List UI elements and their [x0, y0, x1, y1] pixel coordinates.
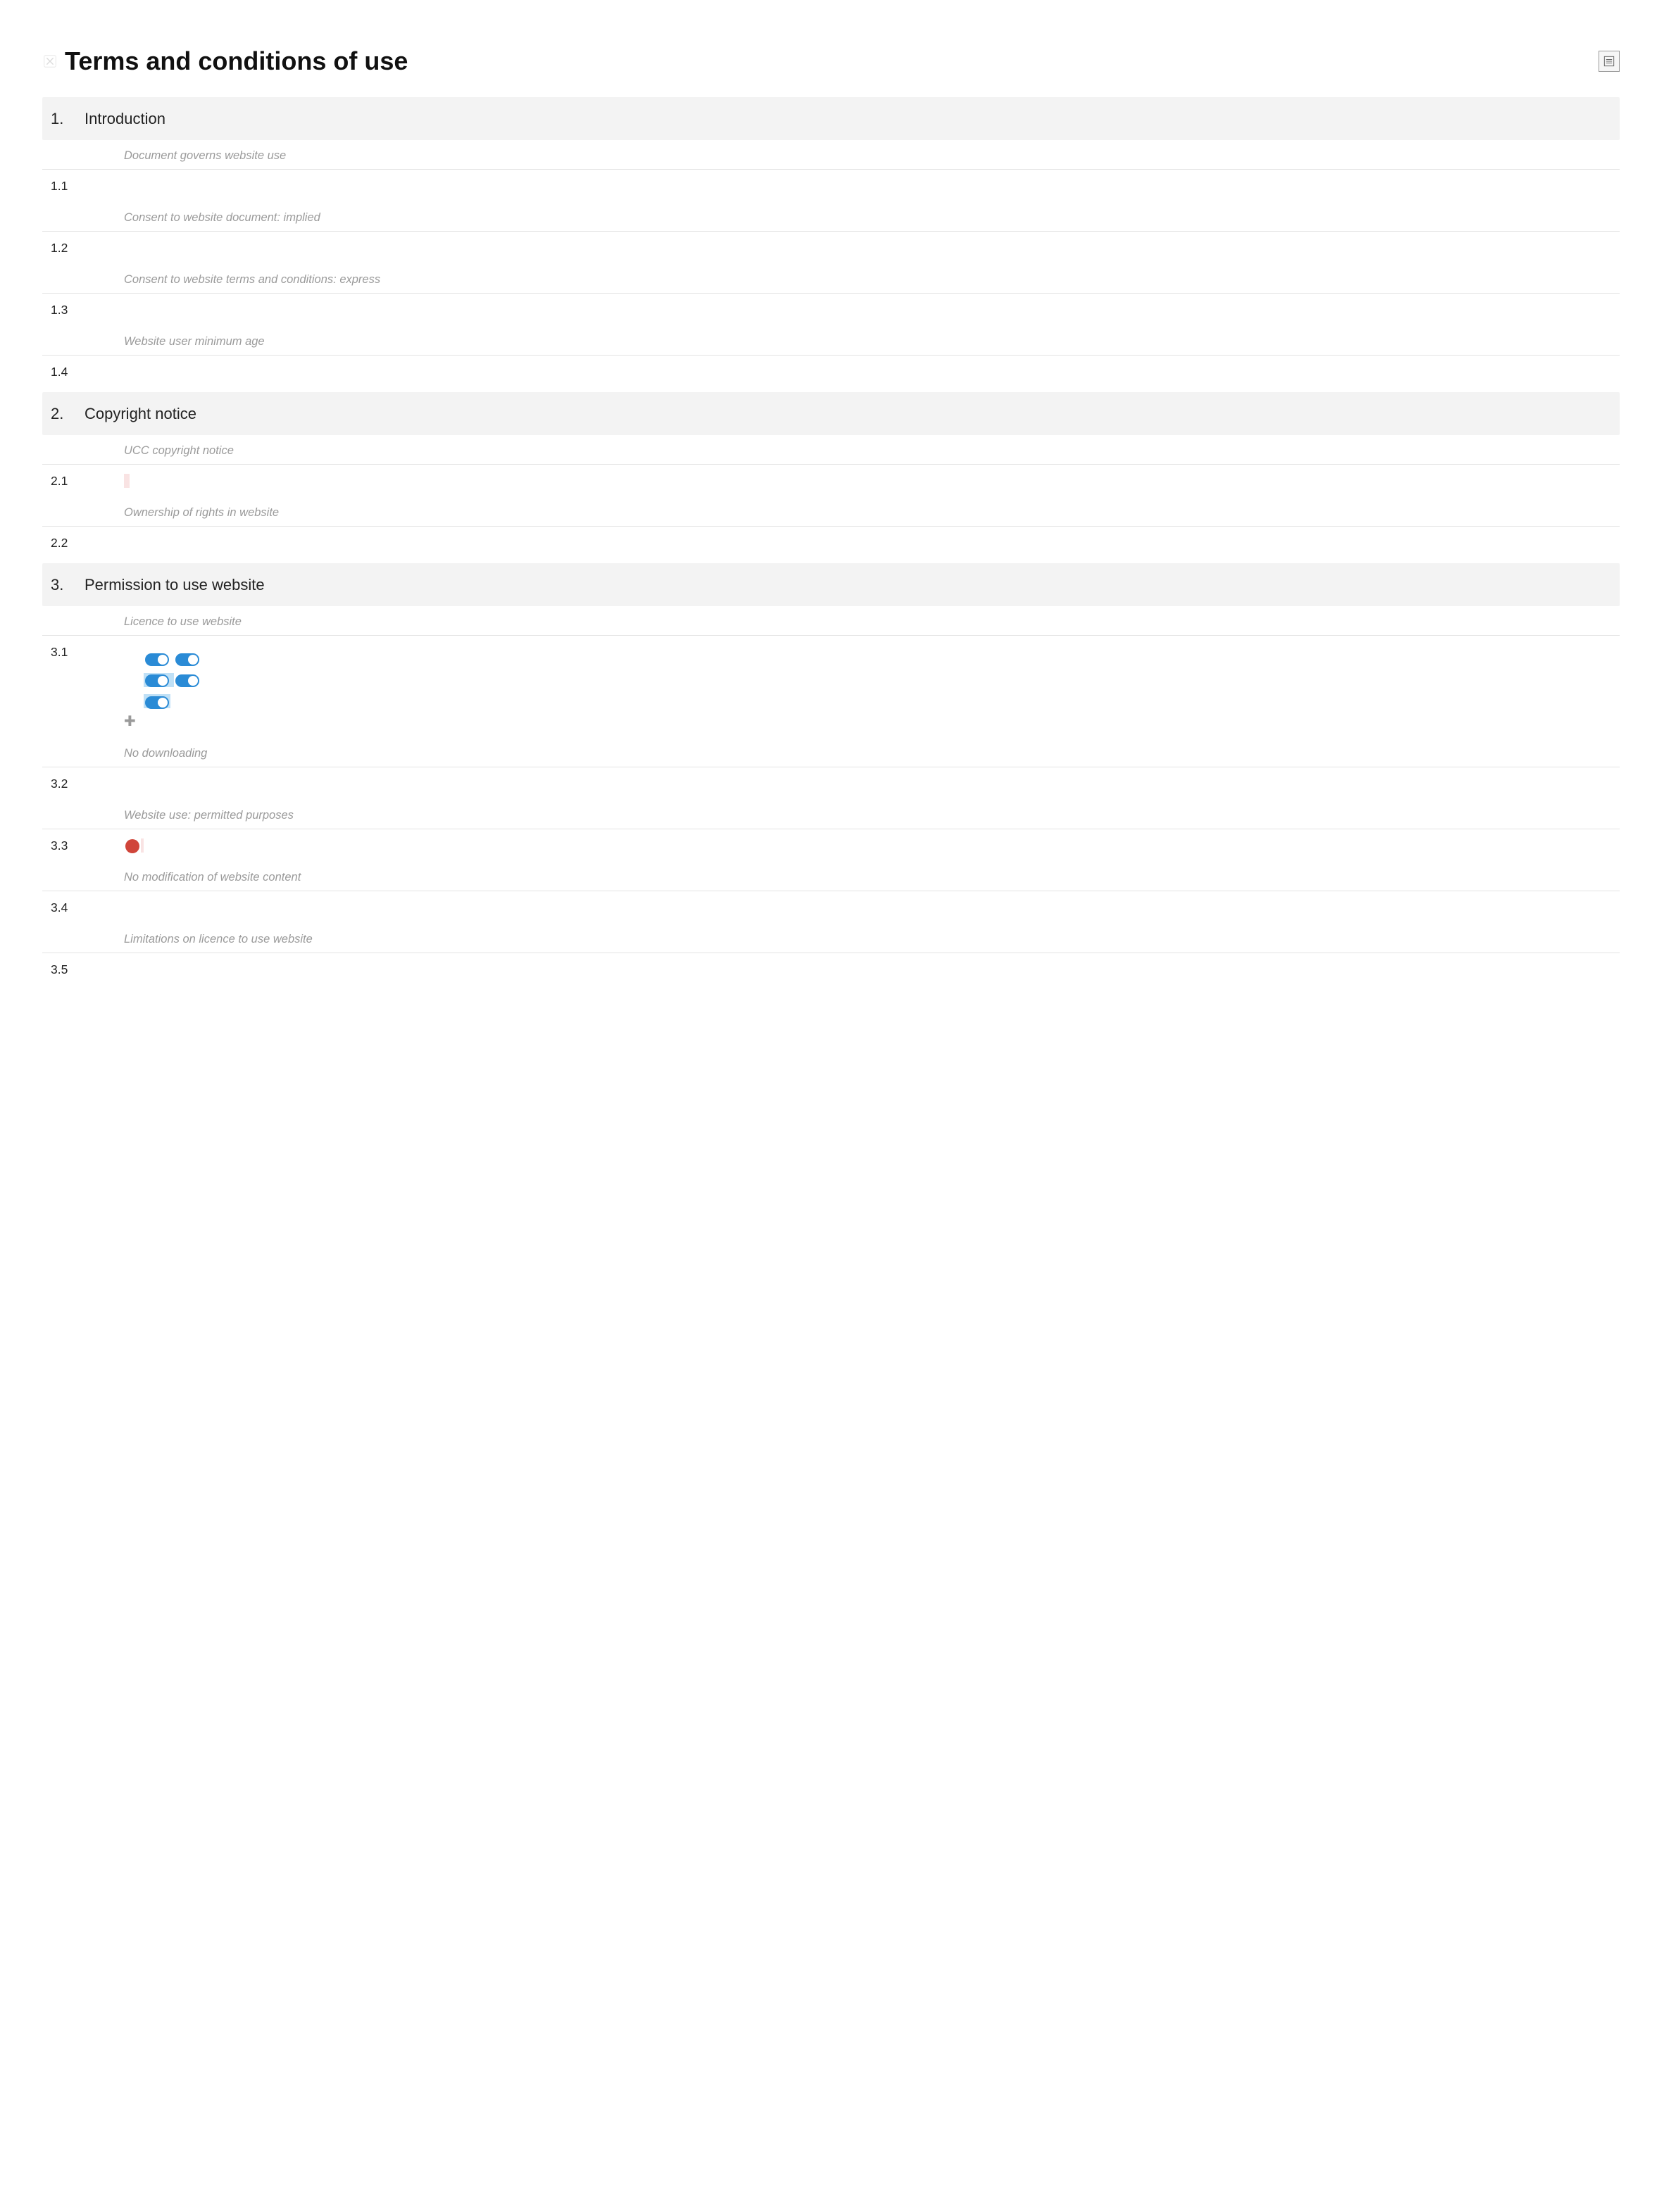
list-item: [124, 691, 1614, 712]
clause-note: Licence to use website: [85, 613, 242, 631]
clause-num: 2.1: [42, 472, 85, 490]
note-row: No downloading: [42, 738, 1620, 767]
clause-note: UCC copyright notice: [85, 442, 234, 460]
collapse-icon[interactable]: [42, 54, 58, 69]
note-row: UCC copyright notice: [42, 435, 1620, 465]
section-header-3: 3. Permission to use website: [42, 563, 1620, 606]
sublist: [124, 643, 1614, 712]
clause-num: 3.3: [42, 836, 85, 855]
option-toggle[interactable]: [145, 674, 169, 687]
note-row: Ownership of rights in website: [42, 497, 1620, 527]
list-item: [124, 648, 1614, 670]
document-header: Terms and conditions of use: [42, 42, 1620, 80]
section-label: Permission to use website: [85, 573, 265, 596]
clause-body: [85, 301, 1614, 319]
clause-num: 1.1: [42, 177, 85, 195]
highlighted-text[interactable]: [144, 673, 174, 687]
or-badge[interactable]: [125, 839, 139, 853]
document-title: Terms and conditions of use: [65, 42, 408, 80]
clause-num: 3.4: [42, 898, 85, 917]
clause-body: ✚: [85, 643, 1614, 731]
clause-num: 1.2: [42, 239, 85, 257]
clause-note: Website user minimum age: [85, 333, 265, 351]
option-toggle[interactable]: [145, 696, 169, 709]
section-label: Copyright notice: [85, 402, 196, 425]
clause-note: Consent to website document: implied: [85, 209, 320, 227]
note-row: Limitations on licence to use website: [42, 924, 1620, 953]
placeholder-field[interactable]: [141, 838, 144, 853]
list-item-num: [124, 671, 144, 689]
clause-body: [85, 177, 1614, 195]
clause-num: 2.2: [42, 534, 85, 552]
option-toggle[interactable]: [175, 674, 199, 687]
toc-button[interactable]: [1599, 51, 1620, 72]
title-wrap: Terms and conditions of use: [42, 42, 408, 80]
note-row: No modification of website content: [42, 862, 1620, 891]
clause-note: Limitations on licence to use website: [85, 931, 313, 948]
section-label: Introduction: [85, 107, 165, 130]
clause-3-1: 3.1 ✚: [42, 636, 1620, 738]
list-item-num: [124, 650, 144, 668]
note-row: Licence to use website: [42, 606, 1620, 636]
clause-3-5: 3.5: [42, 953, 1620, 986]
clause-note: No downloading: [85, 745, 207, 762]
clause-num: 3.2: [42, 774, 85, 793]
note-row: Consent to website document: implied: [42, 202, 1620, 232]
list-item-body: [144, 650, 1614, 668]
clause-body: [85, 239, 1614, 257]
clause-num: 3.1: [42, 643, 85, 731]
note-row: Consent to website terms and conditions:…: [42, 264, 1620, 294]
section-num: 3.: [42, 573, 85, 596]
clause-3-2: 3.2: [42, 767, 1620, 800]
section-num: 2.: [42, 402, 85, 425]
note-row: Website use: permitted purposes: [42, 800, 1620, 829]
clause-2-1: 2.1: [42, 465, 1620, 497]
clause-3-3: 3.3: [42, 829, 1620, 862]
clause-1-3: 1.3: [42, 294, 1620, 326]
clause-2-2: 2.2: [42, 527, 1620, 559]
clause-body: [85, 534, 1614, 552]
option-toggle[interactable]: [145, 653, 169, 666]
option-toggle[interactable]: [175, 653, 199, 666]
section-header-2: 2. Copyright notice: [42, 392, 1620, 435]
clause-note: Website use: permitted purposes: [85, 807, 294, 824]
clause-body: [85, 472, 1614, 490]
clause-note: Consent to website terms and conditions:…: [85, 271, 380, 289]
clause-num: 1.3: [42, 301, 85, 319]
clause-num: 1.4: [42, 363, 85, 381]
clause-body: [85, 836, 1614, 855]
clause-note: Ownership of rights in website: [85, 504, 279, 522]
highlighted-text[interactable]: [144, 694, 170, 708]
section-num: 1.: [42, 107, 85, 130]
list-item: [124, 960, 1614, 963]
note-row: Website user minimum age: [42, 326, 1620, 356]
sublist: [124, 534, 1614, 539]
note-row: Document governs website use: [42, 140, 1620, 170]
clause-num: 3.5: [42, 960, 85, 979]
clause-1-4: 1.4: [42, 356, 1620, 388]
list-item-num: [124, 692, 144, 710]
clause-body: [85, 363, 1614, 381]
clause-body: [85, 898, 1614, 917]
placeholder-field[interactable]: [127, 474, 130, 488]
sublist: [124, 960, 1614, 963]
clause-body: [85, 774, 1614, 793]
list-item: [124, 536, 1614, 539]
list-item-body: [144, 671, 1614, 689]
clause-body: [85, 960, 1614, 979]
add-item-icon[interactable]: ✚: [124, 715, 137, 728]
clause-note: Document governs website use: [85, 147, 286, 165]
list-item-body: [144, 692, 1614, 710]
clause-1-2: 1.2: [42, 232, 1620, 264]
clause-1-1: 1.1: [42, 170, 1620, 202]
list-item: [124, 670, 1614, 691]
clause-note: No modification of website content: [85, 869, 301, 886]
clause-3-4: 3.4: [42, 891, 1620, 924]
section-header-1: 1. Introduction: [42, 97, 1620, 140]
